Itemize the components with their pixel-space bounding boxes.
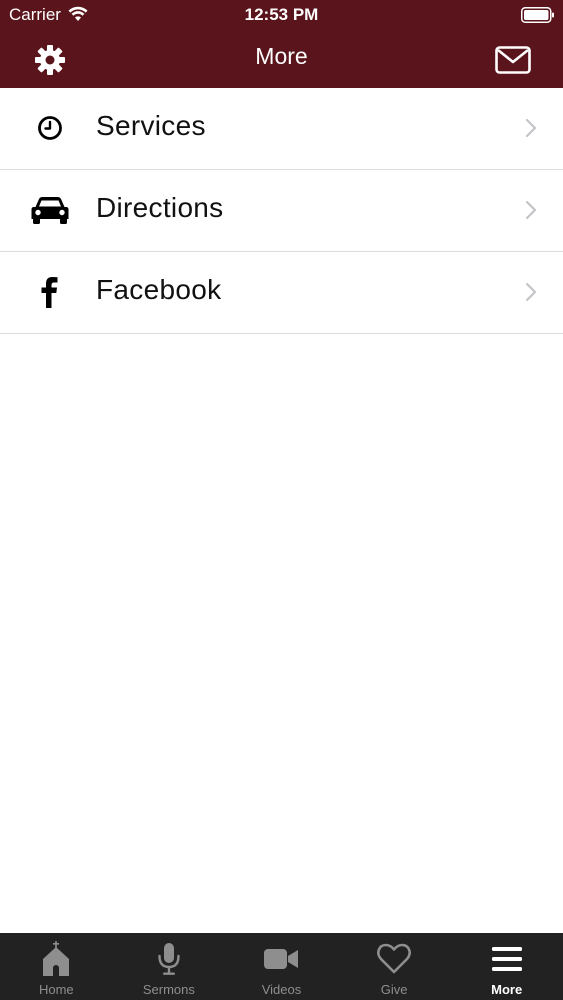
list-item-label: Directions [96, 192, 224, 223]
heart-icon [377, 943, 412, 974]
tab-bar: Home Sermons Videos Give More [0, 933, 563, 1000]
nav-bar: More [0, 30, 563, 88]
status-bar: Carrier 12:53 PM [0, 0, 563, 30]
list-item-services[interactable]: Services [0, 88, 563, 170]
list-item-facebook[interactable]: Facebook [0, 252, 563, 334]
list-item-label: Facebook [96, 274, 222, 305]
tab-more[interactable]: More [450, 933, 563, 1000]
video-camera-icon [264, 949, 299, 969]
tab-sermons[interactable]: Sermons [113, 933, 226, 1000]
facebook-icon [41, 277, 58, 308]
more-menu-list: Services Directions Facebook [0, 88, 563, 334]
tab-label: Give [380, 982, 408, 997]
church-icon [43, 941, 70, 976]
menu-icon [491, 947, 522, 971]
chevron-right-icon [525, 118, 537, 138]
list-item-directions[interactable]: Directions [0, 170, 563, 252]
microphone-icon [158, 943, 180, 975]
more-screen: Carrier 12:53 PM More Services Direction… [0, 0, 563, 1000]
chevron-right-icon [525, 200, 537, 220]
battery-icon [521, 7, 554, 23]
chevron-right-icon [525, 282, 537, 302]
list-item-label: Services [96, 110, 206, 141]
tab-label: Home [38, 982, 74, 997]
tab-videos[interactable]: Videos [225, 933, 338, 1000]
status-time: 12:53 PM [244, 5, 319, 24]
mail-button[interactable] [493, 40, 533, 80]
tab-label: Videos [261, 982, 302, 997]
page-title: More [255, 43, 308, 69]
mail-icon [495, 46, 531, 74]
tab-give[interactable]: Give [338, 933, 451, 1000]
car-icon [31, 197, 69, 224]
tab-home[interactable]: Home [0, 933, 113, 1000]
tab-label: Sermons [142, 982, 195, 997]
tab-label: More [491, 982, 523, 997]
header: Carrier 12:53 PM More [0, 0, 563, 88]
clock-icon [38, 116, 62, 140]
